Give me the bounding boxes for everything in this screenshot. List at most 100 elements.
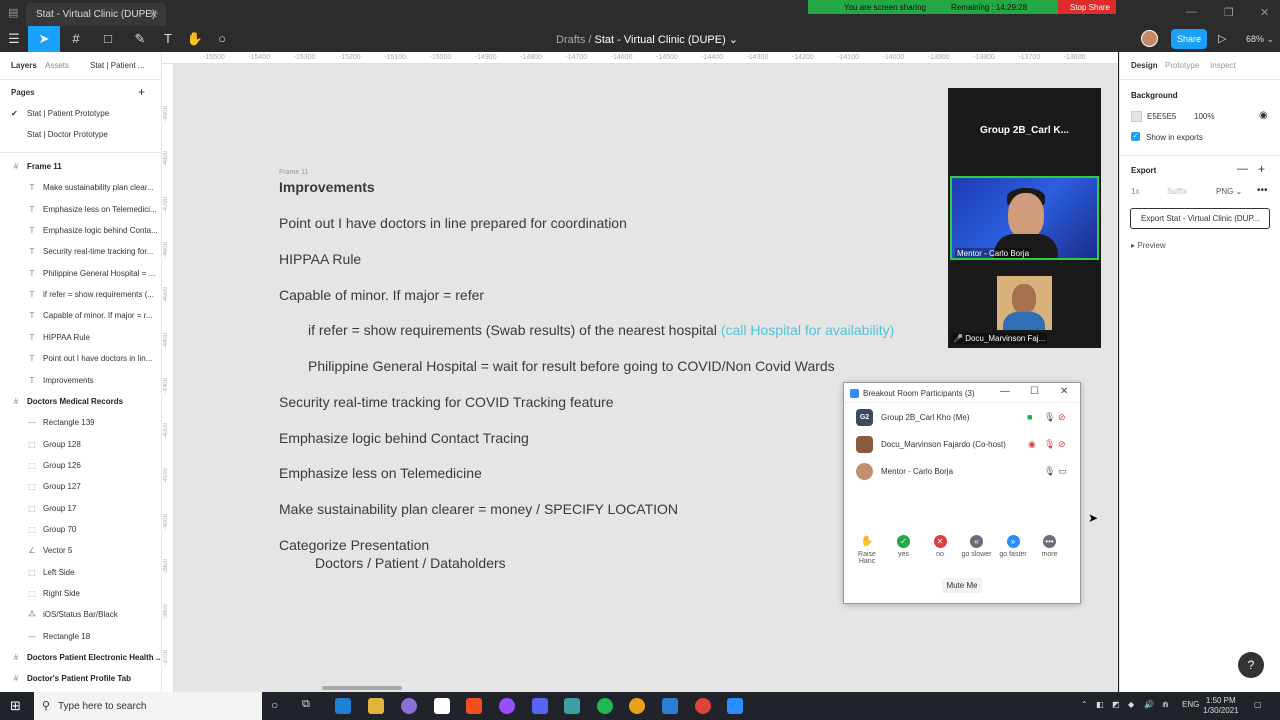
spotify-icon[interactable]: [597, 698, 613, 714]
video-off-icon[interactable]: ⊘: [1058, 412, 1066, 423]
app-icon[interactable]: [564, 698, 580, 714]
layer-item[interactable]: ⬚ Right Side: [0, 584, 161, 604]
layer-item[interactable]: # Doctors Patient Electronic Health ...: [0, 648, 161, 668]
layer-item[interactable]: T Security real-time tracking for...: [0, 242, 161, 262]
page-item-doctor[interactable]: Stat | Doctor Prototype: [11, 130, 108, 139]
notion-icon[interactable]: [434, 698, 450, 714]
tab-layers[interactable]: Layers: [11, 61, 37, 70]
breakout-title-bar[interactable]: Breakout Room Participants (3) — ☐ ✕: [844, 383, 1080, 403]
taskbar-search[interactable]: ⚲ Type here to search: [34, 692, 262, 720]
layer-item[interactable]: # Frame 11: [0, 157, 161, 177]
participant-row[interactable]: Mentor - Carlo Borja 🎙 ▭: [854, 461, 1072, 483]
file-tab[interactable]: Stat - Virtual Clinic (DUPE) ✕: [26, 3, 166, 26]
hand-tool-icon[interactable]: ✋: [181, 26, 209, 52]
file-name[interactable]: Stat - Virtual Clinic (DUPE) ⌄: [595, 34, 739, 46]
speaker-video-tile[interactable]: Mentor - Carlo Borja: [950, 176, 1099, 260]
reaction-button[interactable]: ✓ yes: [886, 535, 922, 558]
maximize-icon[interactable]: ❐: [1224, 6, 1234, 19]
reaction-button[interactable]: ••• more: [1032, 535, 1068, 558]
avatar[interactable]: [1141, 30, 1158, 47]
tray-overflow-icon[interactable]: ⌃: [1081, 700, 1088, 709]
visibility-eye-icon[interactable]: ◉: [1259, 110, 1268, 121]
present-icon[interactable]: ▷: [1218, 32, 1226, 45]
breakout-room-window[interactable]: Breakout Room Participants (3) — ☐ ✕ G2 …: [843, 382, 1081, 604]
move-tool-icon[interactable]: ➤: [28, 26, 60, 52]
pen-tool-icon[interactable]: ✎: [126, 26, 154, 52]
close-icon[interactable]: ✕: [1060, 386, 1068, 397]
layer-item[interactable]: — Rectangle 139: [0, 413, 161, 433]
layer-item[interactable]: T Improvements: [0, 371, 161, 391]
mute-me-button[interactable]: Mute Me: [942, 578, 982, 593]
help-button[interactable]: ?: [1238, 652, 1264, 678]
layer-item[interactable]: T Emphasize logic behind Conta...: [0, 221, 161, 241]
layer-item[interactable]: T Make sustainability plan clear...: [0, 178, 161, 198]
horizontal-scrollbar[interactable]: [322, 686, 402, 690]
mic-icon[interactable]: 🎙: [1044, 466, 1055, 477]
figma-icon[interactable]: [466, 698, 482, 714]
export-format-select[interactable]: PNG ⌄: [1216, 187, 1242, 196]
windows-start-icon[interactable]: ⊞: [10, 698, 21, 714]
remove-export-icon[interactable]: —: [1237, 163, 1248, 175]
main-menu-icon[interactable]: ☰: [0, 26, 28, 52]
text-tool-icon[interactable]: T: [154, 26, 182, 52]
layer-item[interactable]: ⬚ Left Side: [0, 563, 161, 583]
share-button[interactable]: Share: [1171, 29, 1207, 49]
layer-item[interactable]: T Capable of minor. If major = r...: [0, 306, 161, 326]
layer-item[interactable]: ⬚ Group 128: [0, 435, 161, 455]
layer-item[interactable]: ⬚ Group 126: [0, 456, 161, 476]
app-icon[interactable]: [401, 698, 417, 714]
vscode-icon[interactable]: [335, 698, 351, 714]
zoom-level[interactable]: 68% ⌄: [1246, 34, 1274, 45]
layer-item[interactable]: # Doctors Medical Records: [0, 392, 161, 412]
tab-inspect[interactable]: Inspect: [1210, 61, 1236, 70]
tab-assets[interactable]: Assets: [45, 61, 69, 70]
add-page-icon[interactable]: +: [138, 85, 145, 99]
video-panel[interactable]: Group 2B_Carl K... Mentor - Carlo Borja …: [948, 88, 1101, 348]
layer-item[interactable]: — Rectangle 18: [0, 627, 161, 647]
layer-item[interactable]: ⬚ Group 70: [0, 520, 161, 540]
stop-share-button[interactable]: Stop Share: [1058, 0, 1116, 14]
page-item-patient[interactable]: ✔ Stat | Patient Prototype: [11, 109, 109, 118]
video-icon[interactable]: ▭: [1058, 466, 1067, 477]
layer-item[interactable]: ⁂ iOS/Status Bar/Black: [0, 605, 161, 625]
network-icon[interactable]: ⋒: [1162, 700, 1169, 709]
participant-video-tile[interactable]: [997, 276, 1052, 330]
chrome-icon[interactable]: [695, 698, 711, 714]
minimize-icon[interactable]: —: [1000, 386, 1010, 397]
reaction-button[interactable]: « go slower: [959, 535, 995, 558]
export-suffix-input[interactable]: Suffix: [1167, 187, 1187, 196]
reaction-button[interactable]: ✕ no: [922, 535, 958, 558]
reaction-button[interactable]: ✋ Raise Hanc: [849, 535, 885, 565]
layer-item[interactable]: T Point out I have doctors in lin...: [0, 349, 161, 369]
background-opacity[interactable]: 100%: [1194, 112, 1214, 121]
notifications-icon[interactable]: ▢: [1254, 700, 1262, 709]
language-indicator[interactable]: ENG: [1182, 700, 1199, 709]
video-on-icon[interactable]: ■: [1027, 412, 1032, 422]
layer-item[interactable]: ⬚ Group 17: [0, 499, 161, 519]
reaction-button[interactable]: » go faster: [995, 535, 1031, 558]
layer-item[interactable]: T HIPPAA Rule: [0, 328, 161, 348]
volume-icon[interactable]: 🔊: [1144, 700, 1154, 709]
layer-item[interactable]: # Doctor's Patient Profile Tab: [0, 669, 161, 689]
export-options-icon[interactable]: •••: [1257, 185, 1268, 196]
rectangle-tool-icon[interactable]: □: [94, 26, 122, 52]
background-swatch[interactable]: [1131, 111, 1142, 122]
maximize-icon[interactable]: ☐: [1030, 386, 1039, 397]
layer-item[interactable]: ∠ Vector 5: [0, 541, 161, 561]
export-scale[interactable]: 1x: [1131, 187, 1139, 196]
tab-prototype[interactable]: Prototype: [1165, 61, 1199, 70]
frame-label[interactable]: Frame 11: [279, 169, 308, 176]
participant-row[interactable]: G2 Group 2B_Carl Kho (Me) ■ 🎙 ⊘: [854, 407, 1072, 429]
task-view-icon[interactable]: ⧉: [302, 698, 310, 711]
tab-current-page[interactable]: Stat | Patient ...: [90, 61, 145, 70]
mail-icon[interactable]: [662, 698, 678, 714]
tray-icon[interactable]: ◆: [1128, 700, 1134, 709]
tray-icon[interactable]: ◩: [1112, 700, 1120, 709]
layer-item[interactable]: T Philippine General Hospital = ...: [0, 264, 161, 284]
video-off-icon[interactable]: ⊘: [1058, 439, 1066, 450]
layer-item[interactable]: ⬚ Group 127: [0, 477, 161, 497]
cortana-icon[interactable]: ○: [271, 698, 278, 712]
comment-tool-icon[interactable]: ○: [208, 26, 236, 52]
figma-menu-icon[interactable]: ▤: [8, 6, 18, 19]
tray-icon[interactable]: ◧: [1096, 700, 1104, 709]
